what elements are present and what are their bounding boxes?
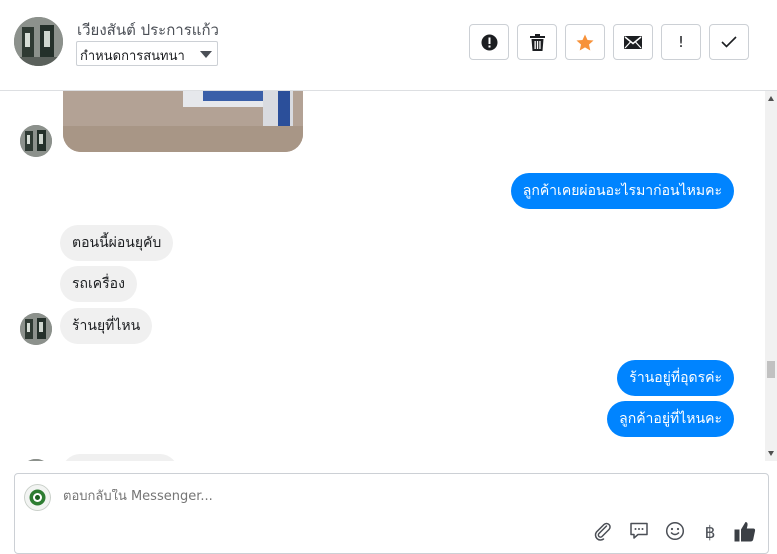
message-bubble-incoming[interactable]: รถเครื่อง [60,266,137,302]
trash-icon [529,33,545,51]
like-button[interactable] [733,521,757,545]
star-button[interactable] [565,24,605,60]
saved-replies-button[interactable] [627,521,651,545]
contact-avatar-small [20,459,52,461]
contact-avatar[interactable] [14,17,63,66]
scrollbar-thumb[interactable] [767,361,775,378]
message-bubble-incoming[interactable]: ร้านยุที่ไหน [60,308,153,344]
message-scrollbar[interactable] [765,91,777,461]
done-button[interactable] [709,24,749,60]
scroll-down-arrow-icon[interactable] [768,451,774,456]
reply-input[interactable] [63,489,663,504]
star-icon [576,34,594,51]
contact-avatar-small [20,125,52,157]
contact-avatar-small [20,313,52,345]
payment-button[interactable]: ฿ [698,521,722,545]
conversation-dropdown[interactable]: กำหนดการสนทนา [76,41,218,66]
important-button[interactable]: ! [661,24,701,60]
contact-name: เวียงสันต์ ประการแก้ว [77,21,219,39]
envelope-icon [624,35,642,49]
baht-icon: ฿ [704,523,716,543]
emoji-button[interactable] [663,521,687,545]
paperclip-icon [593,521,613,545]
conversation-dropdown-value: กำหนดการสนทนา [80,49,185,64]
message-bubble-incoming[interactable]: ตอนนี้ผ่อนยุคับ [60,225,174,261]
attach-button[interactable] [591,521,615,545]
scroll-up-arrow-icon[interactable] [768,96,774,101]
message-thread[interactable]: ลูกค้าเคยผ่อนอะไรมาก่อนไหมคะ ตอนนี้ผ่อนย… [0,91,765,461]
exclamation-icon: ! [677,33,684,51]
smiley-icon [665,521,685,545]
check-icon [721,36,737,48]
shared-photo[interactable] [63,91,303,152]
conversation-header: เวียงสันต์ ประการแก้ว กำหนดการสนทนา ! [0,0,777,91]
exclamation-circle-icon [481,34,498,51]
thumbs-up-icon [734,521,756,546]
chat-bubble-icon [629,521,649,545]
alert-button[interactable] [469,24,509,60]
reply-composer: ฿ [14,473,769,554]
message-bubble-outgoing[interactable]: ลูกค้าอยู่ที่ไหนคะ [607,401,734,437]
message-bubble-outgoing[interactable]: ร้านอยู่ที่อุดรค่ะ [617,360,734,396]
mail-button[interactable] [613,24,653,60]
message-bubble-outgoing[interactable]: ลูกค้าเคยผ่อนอะไรมาก่อนไหมคะ [510,173,734,209]
message-bubble-incoming-partial[interactable] [62,454,178,461]
page-avatar [24,484,51,511]
caret-down-icon [200,51,212,58]
delete-button[interactable] [517,24,557,60]
